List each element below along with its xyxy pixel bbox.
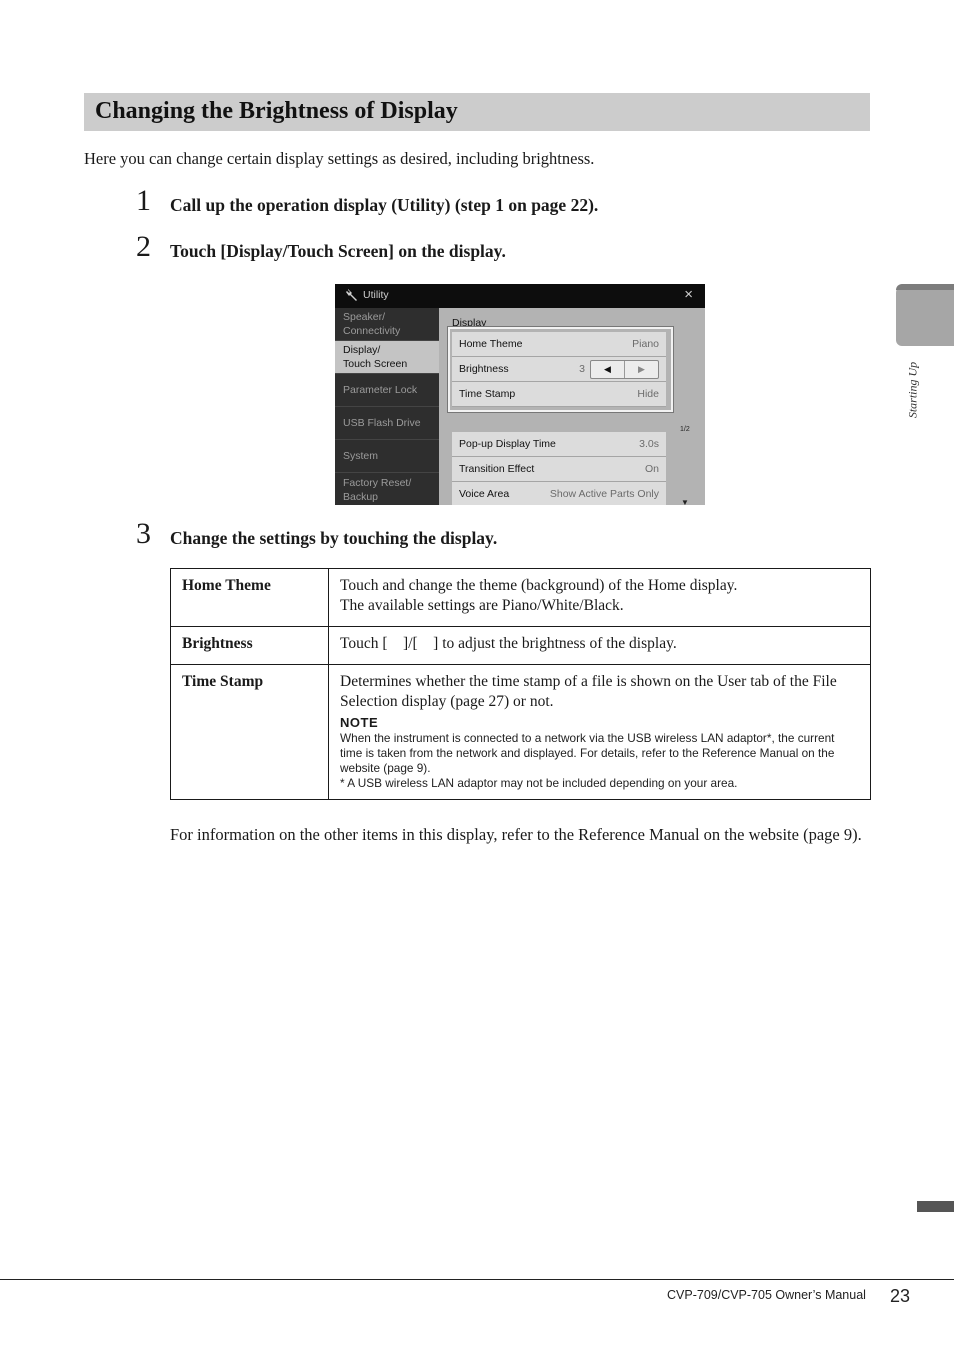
chapter-tab	[896, 284, 954, 346]
table-row: Time Stamp Determines whether the time s…	[170, 664, 871, 800]
step-number: 2	[136, 230, 151, 263]
sidebar-item-parameter-lock: Parameter Lock	[335, 374, 439, 407]
sidebar-item-factory-reset-backup: Factory Reset/ Backup	[335, 473, 439, 505]
page-indicator: 1/2	[680, 426, 690, 433]
setting-value: Show Active Parts Only	[549, 488, 659, 500]
sidebar-item-usb-flash-drive: USB Flash Drive	[335, 407, 439, 440]
screen-sidebar: Speaker/ Connectivity Display/ Touch Scr…	[335, 308, 439, 505]
manual-title: CVP-709/CVP-705 Owner’s Manual	[667, 1288, 866, 1302]
sidebar-item-label: System	[343, 450, 379, 462]
outro-text: For information on the other items in th…	[170, 825, 862, 844]
description-line: Touch and change the theme (background) …	[340, 577, 738, 594]
note-text: When the instrument is connected to a ne…	[340, 731, 835, 775]
table-row: Home Theme Touch and change the theme (b…	[170, 568, 871, 627]
table-key: Time Stamp	[170, 664, 329, 800]
setting-row-voice-area: Voice Area Show Active Parts Only	[452, 482, 666, 505]
sidebar-item-display-touch-screen: Display/ Touch Screen	[335, 341, 439, 374]
table-description: Determines whether the time stamp of a f…	[328, 664, 871, 800]
step-number: 1	[136, 184, 151, 217]
highlight-frame	[447, 326, 674, 413]
step-text: Call up the operation display (Utility) …	[170, 195, 599, 215]
footer-divider	[0, 1279, 954, 1280]
sidebar-item-speaker-connectivity: Speaker/ Connectivity	[335, 308, 439, 341]
setting-row-transition-effect: Transition Effect On	[452, 457, 666, 482]
step-text: Change the settings by touching the disp…	[170, 528, 498, 548]
description-line: Touch [ ]/[ ] to adjust the brightness o…	[340, 635, 677, 652]
note-footnote: * A USB wireless LAN adaptor may not be …	[340, 776, 738, 790]
sidebar-item-system: System	[335, 440, 439, 473]
table-description: Touch and change the theme (background) …	[328, 568, 871, 627]
chapter-tab-edge	[896, 284, 954, 290]
page-number: 23	[890, 1286, 911, 1306]
chapter-label: Starting Up	[905, 361, 920, 419]
table-key: Brightness	[170, 626, 329, 665]
table-row: Brightness Touch [ ]/[ ] to adjust the b…	[170, 626, 871, 665]
close-icon: ×	[684, 286, 693, 303]
scroll-down-icon: ▼	[681, 498, 689, 505]
setting-label: Pop-up Display Time	[459, 438, 556, 450]
wrench-icon	[346, 289, 357, 301]
note-heading: NOTE	[340, 715, 379, 730]
sidebar-item-label: Display/ Touch Screen	[343, 344, 408, 370]
sidebar-item-label: Factory Reset/ Backup	[343, 476, 412, 503]
setting-row-popup-display-time: Pop-up Display Time 3.0s	[452, 432, 666, 457]
page-edge-marker	[917, 1201, 954, 1212]
table-key: Home Theme	[170, 568, 329, 627]
screen-title: Utility	[363, 289, 389, 301]
screen-titlebar: Utility ×	[335, 284, 705, 308]
intro-text: Here you can change certain display sett…	[84, 149, 595, 168]
sidebar-item-label: USB Flash Drive	[343, 417, 421, 429]
description-line: The available settings are Piano/White/B…	[340, 597, 624, 614]
sidebar-item-label: Parameter Lock	[343, 384, 418, 396]
setting-label: Voice Area	[459, 488, 510, 500]
settings-table: Home Theme Touch and change the theme (b…	[170, 568, 871, 800]
table-description: Touch [ ]/[ ] to adjust the brightness o…	[328, 626, 871, 665]
setting-value: On	[644, 463, 659, 475]
setting-label: Transition Effect	[459, 463, 535, 475]
sidebar-item-label: Speaker/ Connectivity	[343, 311, 401, 337]
step-text: Touch [Display/Touch Screen] on the disp…	[170, 241, 506, 261]
section-header-bar: Changing the Brightness of Display	[84, 93, 870, 131]
description-line: Determines whether the time stamp of a f…	[340, 673, 837, 710]
utility-screen-image: Utility × Speaker/ Connectivity Display/…	[335, 284, 705, 505]
step-number: 3	[136, 517, 151, 550]
screen-main-panel: Display Home Theme Piano Brightness 3 ◀ …	[439, 308, 705, 505]
section-title: Changing the Brightness of Display	[95, 98, 458, 124]
setting-value: 3.0s	[639, 438, 659, 450]
